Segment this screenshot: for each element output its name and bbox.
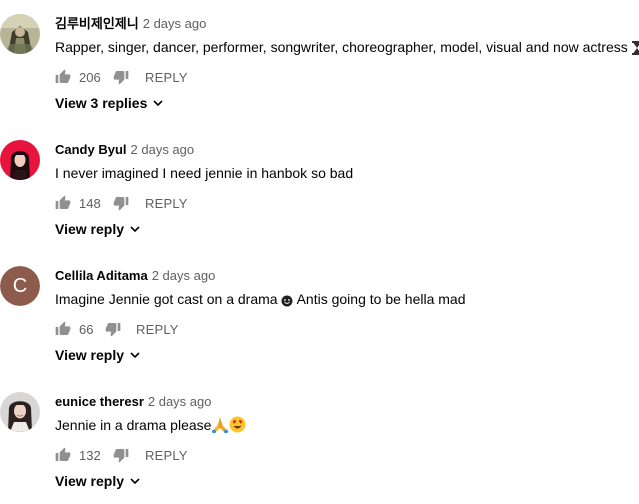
thumb-down-icon[interactable] [113, 195, 129, 211]
thumb-up-icon[interactable] [55, 195, 71, 211]
comment-author[interactable]: 김루비제인제니 [55, 16, 139, 31]
view-replies-button[interactable]: View reply [55, 473, 141, 489]
thumb-up-icon[interactable] [55, 321, 71, 337]
chevron-down-icon [130, 478, 140, 485]
comment-text-body: Jennie in a drama please [55, 417, 212, 433]
comment-timestamp[interactable]: 2 days ago [143, 16, 207, 31]
comment-action-bar: 148 REPLY [55, 192, 188, 214]
smiling-face-emoji [281, 292, 293, 312]
comment-thread: C Cellila Aditama 2 days ago Imagine Jenn… [0, 252, 639, 378]
comment-author[interactable]: Cellila Aditama [55, 268, 148, 283]
comment-text-body: Imagine Jennie got cast on a drama [55, 291, 278, 307]
comment-text: Rapper, singer, dancer, performer, songw… [55, 37, 639, 60]
avatar[interactable]: C [0, 266, 40, 306]
like-count: 148 [79, 195, 101, 211]
comment-text: Jennie in a drama please [55, 415, 246, 438]
like-count: 66 [79, 321, 94, 337]
view-replies-button[interactable]: View 3 replies [55, 95, 164, 111]
reply-button[interactable]: REPLY [136, 322, 179, 337]
hourglass-emoji [631, 40, 639, 60]
comment-thread: eunice theresr 2 days ago Jennie in a dra… [0, 378, 639, 504]
folded-hands-emoji [211, 417, 229, 438]
comment-text: I never imagined I need jennie in hanbok… [55, 163, 353, 183]
view-replies-button[interactable]: View reply [55, 347, 141, 363]
thumb-up-icon[interactable] [55, 447, 71, 463]
comment-author[interactable]: eunice theresr [55, 394, 144, 409]
reply-button[interactable]: REPLY [145, 196, 188, 211]
comment-text-body: I never imagined I need jennie in hanbok… [55, 165, 354, 181]
view-replies-button[interactable]: View reply [55, 221, 141, 237]
like-count: 206 [79, 69, 101, 85]
chevron-down-icon [153, 100, 163, 107]
comment-action-bar: 132 REPLY [55, 444, 188, 466]
comment-header: Candy Byul 2 days ago [55, 141, 194, 159]
view-replies-label: View reply [55, 473, 125, 489]
reply-button[interactable]: REPLY [145, 448, 188, 463]
comment-timestamp[interactable]: 2 days ago [148, 394, 212, 409]
comment-timestamp[interactable]: 2 days ago [152, 268, 216, 283]
comment-timestamp[interactable]: 2 days ago [131, 142, 195, 157]
avatar[interactable] [0, 392, 40, 432]
heart-eyes-emoji [229, 416, 246, 438]
comment-action-bar: 66 REPLY [55, 318, 179, 340]
comment-text: Imagine Jennie got cast on a drama Antis… [55, 289, 465, 312]
chevron-down-icon [130, 352, 140, 359]
thumb-up-icon[interactable] [55, 69, 71, 85]
view-replies-label: View reply [55, 347, 125, 363]
chevron-down-icon [130, 226, 140, 233]
avatar[interactable] [0, 140, 40, 180]
comment-header: 김루비제인제니 2 days ago [55, 15, 206, 33]
view-replies-label: View 3 replies [55, 95, 148, 111]
comment-author[interactable]: Candy Byul [55, 142, 127, 157]
like-count: 132 [79, 447, 101, 463]
reply-button[interactable]: REPLY [145, 70, 188, 85]
comment-text-body: Rapper, singer, dancer, performer, songw… [55, 39, 628, 55]
comment-header: Cellila Aditama 2 days ago [55, 267, 215, 285]
view-replies-label: View reply [55, 221, 125, 237]
comment-thread: Candy Byul 2 days ago I never imagined I … [0, 126, 639, 252]
comment-thread: 김루비제인제니 2 days ago Rapper, singer, dancer… [0, 0, 639, 126]
comment-text-body-continued: Antis going to be hella mad [296, 291, 466, 307]
comment-action-bar: 206 REPLY [55, 66, 188, 88]
thumb-down-icon[interactable] [113, 447, 129, 463]
avatar-letter: C [0, 266, 40, 306]
comment-header: eunice theresr 2 days ago [55, 393, 211, 411]
thumb-down-icon[interactable] [105, 321, 121, 337]
avatar[interactable] [0, 14, 40, 54]
thumb-down-icon[interactable] [113, 69, 129, 85]
